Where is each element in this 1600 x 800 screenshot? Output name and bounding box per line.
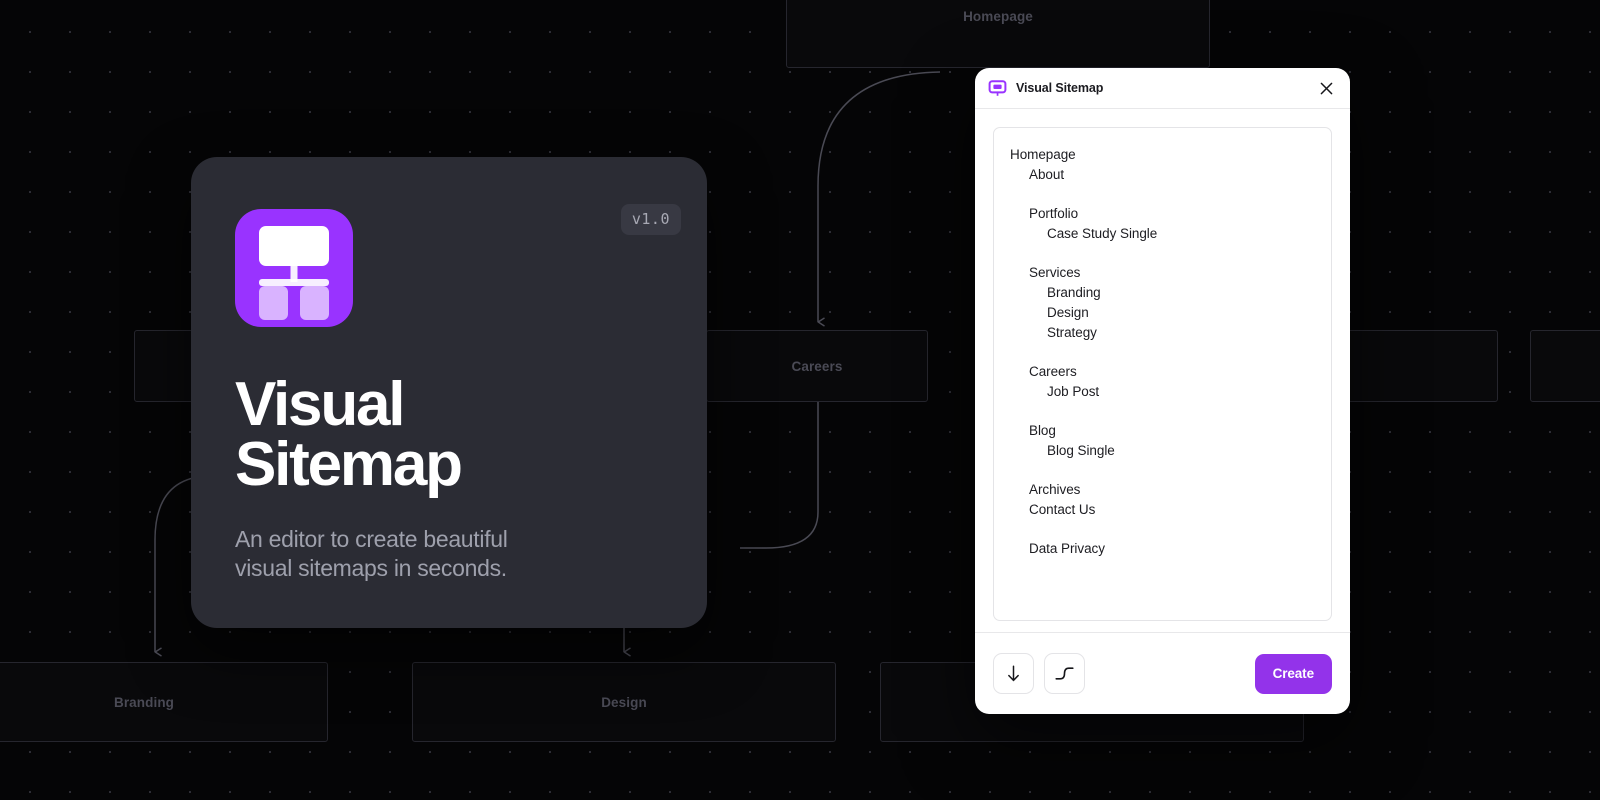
sitemap-entry[interactable]: Blog Single: [1010, 441, 1315, 461]
sitemap-entry[interactable]: Portfolio: [1010, 204, 1315, 224]
sitemap-entry[interactable]: Homepage: [1010, 145, 1315, 165]
canvas-node-label: Homepage: [963, 8, 1033, 24]
sitemap-entry-list[interactable]: Homepage About Portfolio Case Study Single S…: [993, 127, 1332, 621]
canvas-node-label: Careers: [791, 358, 843, 374]
canvas-node[interactable]: Careers: [706, 330, 928, 402]
panel-header: Visual Sitemap: [975, 68, 1350, 109]
sitemap-entry[interactable]: Archives: [1010, 480, 1315, 500]
arrow-down-icon[interactable]: [993, 653, 1034, 694]
sitemap-entry[interactable]: Contact Us: [1010, 500, 1315, 520]
canvas-node-label: Branding: [113, 694, 175, 710]
version-badge: v1.0: [620, 204, 681, 235]
canvas-node[interactable]: Homepage: [786, 0, 1210, 68]
canvas-node[interactable]: Branding: [0, 662, 328, 742]
monitor-sitemap-icon: [988, 79, 1007, 98]
canvas-node[interactable]: Design: [412, 662, 836, 742]
page-title: Visual Sitemap: [235, 370, 463, 499]
sitemap-entry[interactable]: Services: [1010, 263, 1315, 283]
sitemap-entry[interactable]: Branding: [1010, 283, 1315, 303]
panel-body: Homepage About Portfolio Case Study Single S…: [975, 109, 1350, 632]
sitemap-entry[interactable]: About: [1010, 165, 1315, 185]
hero-card: v1.0 Visual Sitemap An editor to create …: [191, 157, 707, 628]
create-button[interactable]: Create: [1254, 653, 1332, 694]
canvas-node-label: Design: [601, 694, 647, 710]
sitemap-entry[interactable]: Job Post: [1010, 382, 1315, 402]
close-icon[interactable]: [1316, 78, 1336, 98]
sitemap-entry[interactable]: Data Privacy: [1010, 539, 1315, 559]
hero-subtitle: An editor to create beautiful visual sit…: [235, 526, 508, 581]
sitemap-entry[interactable]: Case Study Single: [1010, 224, 1315, 244]
panel-title: Visual Sitemap: [1016, 81, 1104, 95]
sitemap-entry[interactable]: Design: [1010, 303, 1315, 323]
sitemap-app-icon: [235, 209, 353, 327]
s-curve-icon[interactable]: [1044, 653, 1085, 694]
panel-footer: Create: [975, 632, 1350, 714]
canvas-node[interactable]: [1530, 330, 1600, 402]
sitemap-entry[interactable]: Blog: [1010, 421, 1315, 441]
visual-sitemap-panel: Visual Sitemap Homepage About Portfolio Cas…: [975, 68, 1350, 714]
sitemap-entry[interactable]: Strategy: [1010, 323, 1315, 343]
sitemap-entry[interactable]: Careers: [1010, 362, 1315, 382]
